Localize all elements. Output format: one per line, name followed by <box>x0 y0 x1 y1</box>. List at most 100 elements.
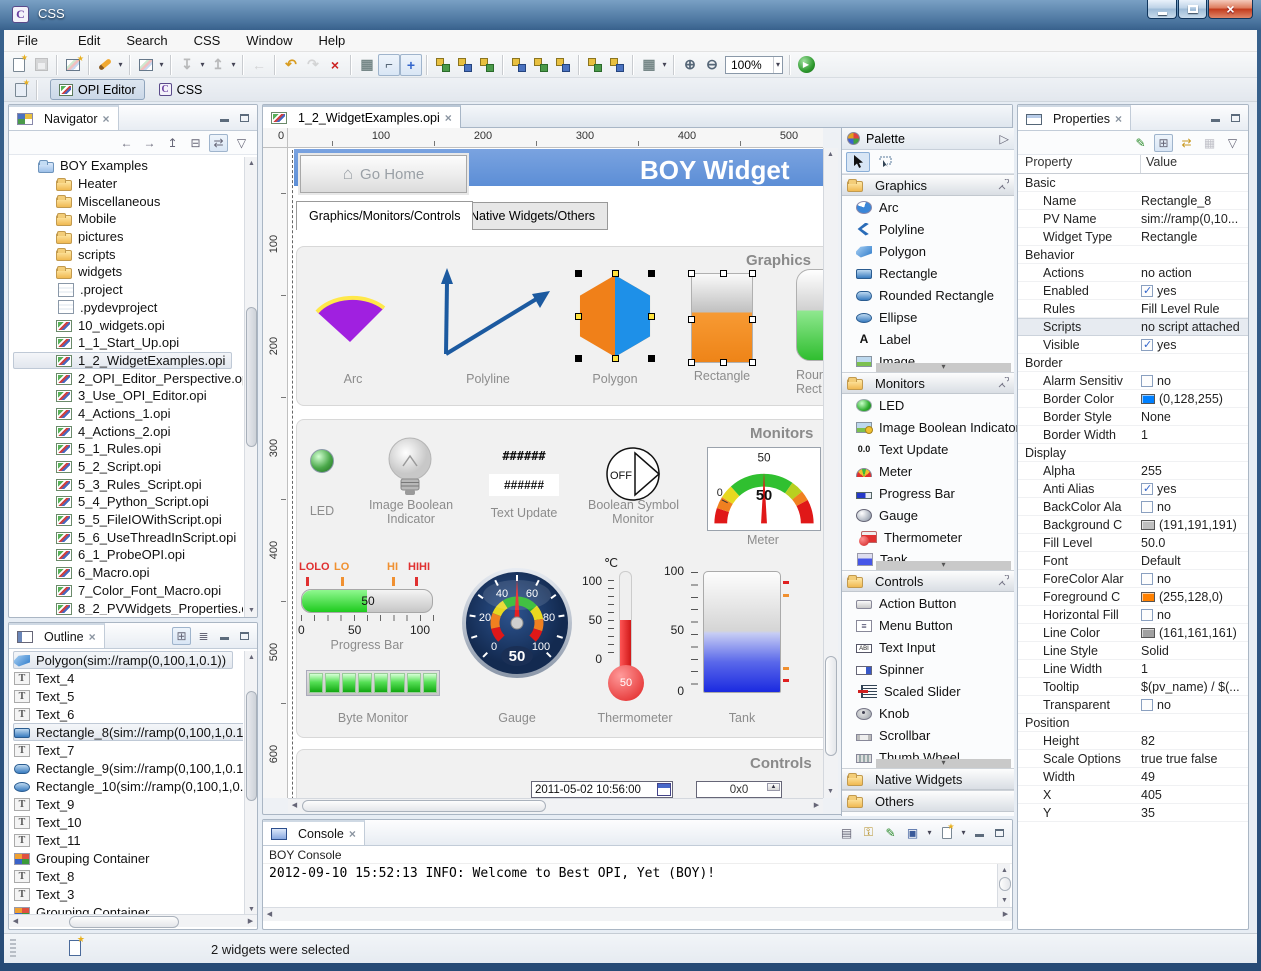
close-button[interactable]: × <box>1208 0 1253 19</box>
rectangle-widget[interactable] <box>691 273 753 363</box>
tree-item[interactable]: pictures <box>13 228 131 246</box>
tree-item[interactable]: Mobile <box>13 210 123 228</box>
property-row[interactable]: Border Width 1 <box>1018 426 1248 444</box>
outline-tree-mode-icon[interactable]: ⊞ <box>172 627 191 645</box>
save-icon[interactable] <box>30 54 52 76</box>
console-vscrollbar[interactable]: ▲ ▼ <box>997 864 1010 907</box>
property-row[interactable]: Widget Type Rectangle <box>1018 228 1248 246</box>
align-center-icon[interactable] <box>454 54 476 76</box>
selection-handle[interactable] <box>575 355 582 362</box>
probe-dropdown-icon[interactable]: ▾ <box>116 60 125 69</box>
property-row[interactable]: Line Width 1 <box>1018 660 1248 678</box>
spinner-input[interactable]: 0x0 ▲ <box>696 781 782 798</box>
perspective-css[interactable]: C CSS <box>151 79 211 100</box>
value-column-header[interactable]: Value <box>1141 155 1177 173</box>
selection-handle[interactable] <box>749 270 756 277</box>
property-row[interactable]: Actions no action <box>1018 264 1248 282</box>
outline-item[interactable]: Rectangle_8(sim://ramp(0,100,1,0.1)) <box>13 723 243 741</box>
selection-handle[interactable] <box>749 359 756 366</box>
palette-category-native-widgets[interactable]: Native Widgets <box>842 768 1014 790</box>
outline-scroll-thumb[interactable] <box>246 691 257 801</box>
open-console-icon[interactable] <box>937 824 956 842</box>
scroll-left-icon[interactable]: ◀ <box>288 799 301 812</box>
palette-item[interactable]: Scaled Slider <box>842 680 1014 702</box>
grid-toggle-icon[interactable]: ▦ <box>356 54 378 76</box>
palette-item[interactable]: Arc <box>842 196 1014 218</box>
console-minimize-button[interactable] <box>971 825 988 840</box>
selection-handle[interactable] <box>612 355 619 362</box>
scroll-left-icon[interactable]: ◀ <box>9 915 22 928</box>
meter-widget[interactable]: 50 0 50 <box>707 447 821 531</box>
rounded-rectangle-widget[interactable] <box>796 269 823 361</box>
select-tool[interactable] <box>846 152 870 172</box>
selection-handle[interactable] <box>688 359 695 366</box>
editor-tab-close-icon[interactable]: × <box>445 111 452 125</box>
palette-item[interactable]: Tank <box>842 548 1014 570</box>
property-row[interactable]: Scripts no script attached <box>1018 318 1248 336</box>
selection-handle[interactable] <box>688 316 695 323</box>
delete-icon[interactable]: × <box>324 54 346 76</box>
property-row[interactable]: Line Style Solid <box>1018 642 1248 660</box>
selection-handle[interactable] <box>749 316 756 323</box>
outline-item[interactable]: Text_4 <box>13 669 81 687</box>
property-row[interactable]: Basic <box>1018 174 1248 192</box>
arc-widget[interactable] <box>306 274 394 350</box>
console-vscroll-thumb[interactable] <box>999 877 1011 891</box>
text-update-widget-2[interactable]: ###### <box>489 474 559 496</box>
tree-item[interactable]: 1_2_WidgetExamples.opi <box>13 352 232 370</box>
palette-item[interactable]: Polyline <box>842 218 1014 240</box>
property-row[interactable]: BackColor Ala no <box>1018 498 1248 516</box>
property-row[interactable]: Transparent no <box>1018 696 1248 714</box>
import-icon[interactable]: ↧ <box>176 54 198 76</box>
align-bottom-icon[interactable] <box>552 54 574 76</box>
text-update-widget[interactable]: ###### <box>484 448 564 464</box>
scroll-up-icon[interactable]: ▲ <box>245 651 258 664</box>
navigator-maximize-button[interactable] <box>236 110 253 125</box>
scroll-right-icon[interactable]: ▶ <box>244 915 257 928</box>
navigator-scrollbar[interactable]: ▲ ▼ <box>244 157 257 617</box>
led-widget[interactable] <box>310 449 334 473</box>
outline-overview-icon[interactable]: ≣ <box>194 627 213 645</box>
property-row[interactable]: Border <box>1018 354 1248 372</box>
outline-minimize-button[interactable] <box>216 628 233 643</box>
properties-close-icon[interactable]: × <box>1115 112 1122 126</box>
tree-item[interactable]: Miscellaneous <box>13 192 167 210</box>
opi-canvas[interactable]: ⌂ Go Home BOY Widget Graphics/Monitors/C… <box>288 148 823 798</box>
outline-item[interactable]: Rectangle_10(sim://ramp(0,100,1,0.1)) <box>13 777 243 795</box>
menu-item[interactable]: Help <box>306 31 359 50</box>
property-row[interactable]: ForeColor Alar no <box>1018 570 1248 588</box>
canvas-tab-graphics[interactable]: Graphics/Monitors/Controls <box>296 201 473 230</box>
tree-item[interactable]: .project <box>13 281 130 299</box>
tree-item[interactable]: 6_Macro.opi <box>13 564 157 582</box>
zoom-dropdown-icon[interactable]: ▾ <box>773 57 782 73</box>
open-console-dropdown-icon[interactable]: ▾ <box>959 828 968 837</box>
clear-console-icon[interactable]: ▤ <box>837 824 856 842</box>
palette-item[interactable]: Rounded Rectangle <box>842 284 1014 306</box>
menu-item[interactable]: Window <box>233 31 305 50</box>
palette-item[interactable]: Action Button <box>842 592 1014 614</box>
nav-up-icon[interactable]: ↥ <box>163 134 182 152</box>
palette-item[interactable]: Image <box>842 350 1014 372</box>
property-row[interactable]: Height 82 <box>1018 732 1248 750</box>
image-boolean-indicator-widget[interactable] <box>384 436 436 498</box>
fast-view-icon[interactable] <box>69 940 81 956</box>
palette-item[interactable]: Thumb Wheel <box>842 746 1014 768</box>
palette-item[interactable]: Menu Button <box>842 614 1014 636</box>
tree-item[interactable]: widgets <box>13 263 129 281</box>
editor-tab[interactable]: 1_2_WidgetExamples.opi × <box>263 105 461 128</box>
console-hscrollbar[interactable]: ◀ ▶ <box>263 907 1012 921</box>
snap-to-grid-icon[interactable]: ▦ <box>638 54 660 76</box>
palette-item[interactable]: Thermometer <box>842 526 1014 548</box>
redo-icon[interactable]: ↷ <box>302 54 324 76</box>
console-maximize-button[interactable] <box>991 825 1008 840</box>
property-row[interactable]: Behavior <box>1018 246 1248 264</box>
export-dropdown-icon[interactable]: ▾ <box>229 60 238 69</box>
zoom-in-icon[interactable]: ⊕ <box>679 54 701 76</box>
checkbox-icon[interactable] <box>1141 483 1153 495</box>
selection-handle[interactable] <box>612 270 619 277</box>
property-row[interactable]: Horizontal Fill no <box>1018 606 1248 624</box>
tree-item[interactable]: 6_1_ProbeOPI.opi <box>13 546 192 564</box>
nav-forward-icon[interactable]: → <box>140 134 159 152</box>
align-middle-icon[interactable] <box>530 54 552 76</box>
property-row[interactable]: Anti Alias yes <box>1018 480 1248 498</box>
